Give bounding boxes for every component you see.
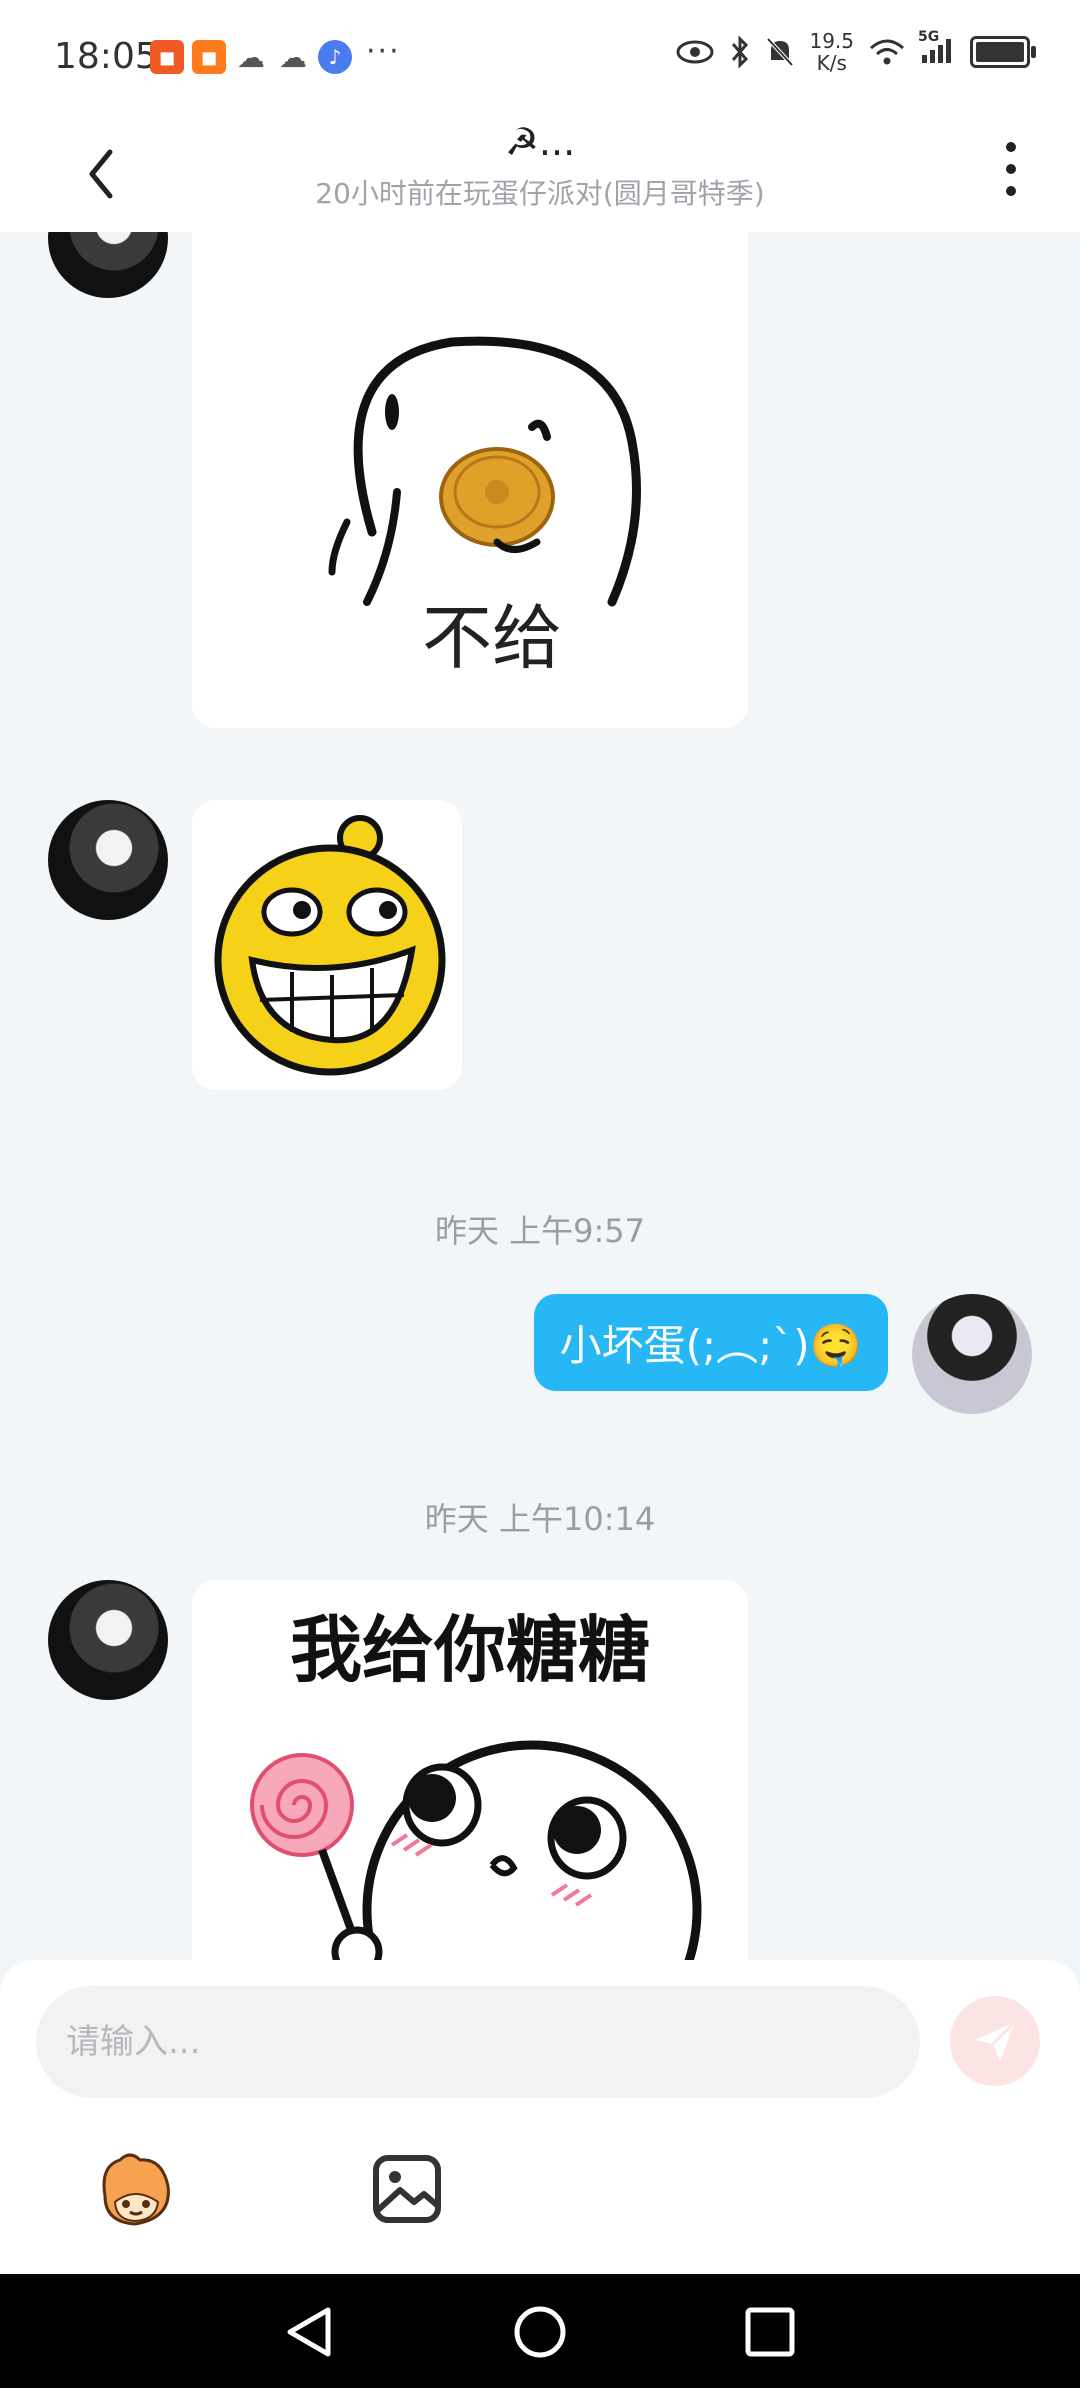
music-icon: ♪: [318, 40, 352, 74]
dot: [1006, 186, 1016, 196]
status-app-icons: ◼ ◼ ☁ ☁ ♪: [150, 40, 352, 74]
wechat-icon: ☁: [237, 40, 265, 74]
nav-home-button[interactable]: [512, 2304, 568, 2360]
lollipop-sticker: 我给你糖糖: [192, 1580, 748, 1960]
nav-recents-button[interactable]: [742, 2304, 798, 2360]
wechat-icon: ☁: [279, 40, 307, 74]
status-more-icon: ···: [366, 34, 401, 69]
emoji-button[interactable]: [90, 2146, 180, 2236]
image-button[interactable]: [368, 2150, 446, 2228]
chat-title[interactable]: ☭...: [0, 120, 1080, 164]
wifi-icon: [870, 39, 904, 65]
avatar[interactable]: [48, 232, 168, 298]
chat-subtitle: 20小时前在玩蛋仔派对(圆月哥特季): [315, 177, 765, 210]
send-icon: [975, 2020, 1017, 2061]
sticker-caption: 不给: [422, 597, 562, 679]
chat-header: ☭... 20小时前在玩蛋仔派对(圆月哥特季): [0, 120, 1080, 232]
network-speed: 19.5 K/s: [809, 29, 854, 75]
message-input[interactable]: [36, 1986, 920, 2098]
kuaishou-icon: ◼: [150, 40, 184, 74]
image-icon: [373, 2155, 441, 2223]
eye-icon: [676, 40, 714, 64]
circle-home-icon: [514, 2306, 566, 2358]
avatar[interactable]: [48, 1580, 168, 1700]
more-options-button[interactable]: [996, 134, 1026, 204]
system-nav-bar: [0, 2274, 1080, 2388]
sticker-message[interactable]: [192, 800, 462, 1090]
chat-messages[interactable]: 不给 昨天 上午9:57 小坏蛋(;︵;`)🤤 昨天 上午10:14 我给你糖糖: [0, 232, 1080, 1960]
send-button[interactable]: [950, 1996, 1040, 2086]
egg-mascot-icon: [102, 2153, 170, 2226]
cellular-signal: 5G: [918, 29, 956, 69]
mute-bell-icon: [766, 37, 794, 67]
sticker-message[interactable]: 我给你糖糖: [192, 1580, 748, 1960]
message-composer: [0, 1960, 1080, 2274]
dot: [1006, 164, 1016, 174]
kuaishou-icon: ◼: [192, 40, 226, 74]
sticker-caption: 我给你糖糖: [290, 1608, 650, 1692]
status-indicators: 19.5 K/s 5G: [675, 29, 1036, 75]
battery-icon: [970, 36, 1036, 68]
bluetooth-icon: [732, 35, 749, 69]
nav-back-button[interactable]: [282, 2304, 338, 2360]
sticker-image: 不给: [192, 232, 748, 728]
message-timestamp: 昨天 上午10:14: [424, 1500, 656, 1538]
square-recents-icon: [745, 2307, 795, 2357]
status-time: 18:05: [54, 36, 158, 77]
dot: [1006, 142, 1016, 152]
sticker-message[interactable]: 不给: [192, 232, 748, 728]
text-message-bubble[interactable]: 小坏蛋(;︵;`)🤤: [533, 1294, 888, 1391]
status-bar: 18:05 ◼ ◼ ☁ ☁ ♪ ··· 19.5 K/s 5G: [0, 0, 1080, 120]
grinning-face-sticker: [192, 800, 462, 1090]
triangle-back-icon: [287, 2307, 331, 2357]
avatar[interactable]: [48, 800, 168, 920]
my-avatar[interactable]: [912, 1294, 1032, 1414]
message-timestamp: 昨天 上午9:57: [434, 1212, 646, 1250]
